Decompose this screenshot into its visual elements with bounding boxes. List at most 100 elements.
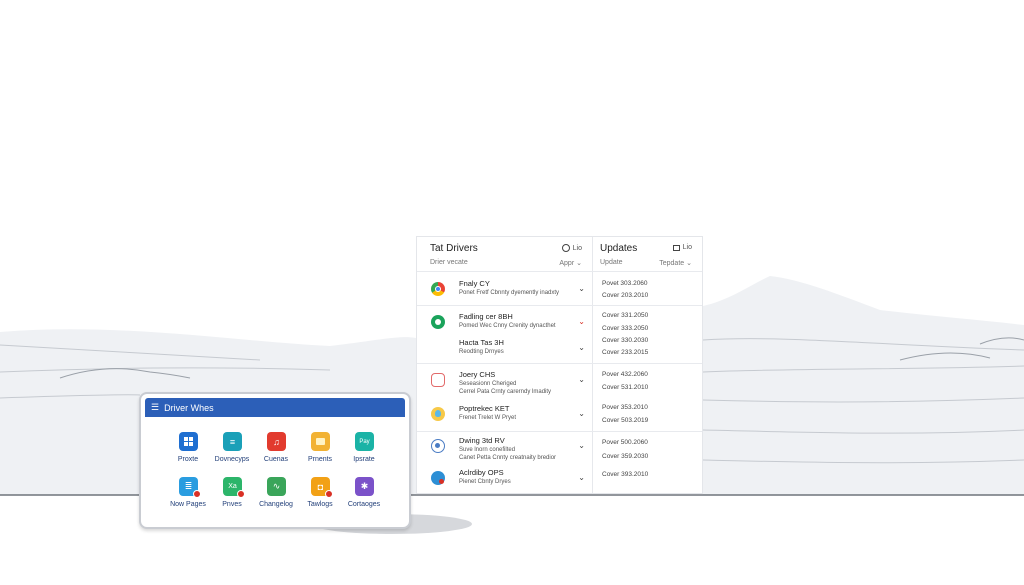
driver-desc: Ponet Fretf Cbnnty dyemently inadxty [459,290,560,296]
update-entry: Cover 503.2019 [602,417,649,424]
drivers-panel: Tat Drivers Lio Drier vecate Appr ⌄ Fnal… [416,236,703,494]
chevron-down-red-icon[interactable]: ⌄ [578,317,585,326]
chevron-down-icon[interactable]: ⌄ [578,473,585,482]
app-tile-pnves[interactable]: Xa Pnves [207,477,257,515]
list-icon [672,244,680,251]
app-label: Tawlogs [307,501,333,508]
driver-desc: Seseasionn Cheriged [459,381,517,387]
music-icon: ♫ [267,432,286,451]
driver-desc: Suve lnorn conefilted [459,447,516,453]
steam-icon [431,439,445,453]
chart-icon: ∿ [267,477,286,496]
app-label: Prnents [307,456,333,463]
folder-icon [311,432,330,451]
bulb-icon [431,407,445,421]
app-label: Dovnecyps [214,456,250,463]
updates-filter-dropdown[interactable]: Tepdate ⌄ [659,259,692,267]
drivers-filter-dropdown[interactable]: Appr ⌄ [559,259,582,267]
app-label: Cuenas [263,456,289,463]
update-entry: Cover 331.2050 [602,312,649,319]
updates-title: Updates [600,243,638,254]
app-tile-prnents[interactable]: Prnents [295,432,345,470]
update-entry: Cover 233.2015 [602,349,649,356]
driver-desc-secondary: Cerrel Pata Crnty carerndy lmadity [459,389,552,395]
pay-icon: Pay [355,432,374,451]
app-label: Proxte [177,456,199,463]
update-entry: Pover 432.2060 [602,371,648,378]
driver-desc: Frenet Trelet W Pryet [459,415,517,421]
updates-header-label: Lio [682,244,692,251]
camera-icon [431,373,445,387]
app-label: Cortaoges [347,501,381,508]
driver-desc: Pomed Wec Cnny Crenity dynacthet [459,323,556,329]
driver-desc-secondary: Canet Petta Cnnty creatnaity bredior [459,455,557,461]
chevron-down-icon[interactable]: ⌄ [578,284,585,293]
app-label: Pnves [222,501,242,508]
green-circle-icon [431,315,445,329]
app-tile-now-pages[interactable]: ≣ Now Pages [163,477,213,515]
update-entry: Cover 359.2030 [602,453,649,460]
drivers-header-control[interactable]: Lio [561,244,582,252]
driver-desc: Pienet Cbnty Dryes [459,479,511,485]
driver-name: Fnaly CY [459,279,490,288]
window-titlebar: ☰ Driver Whes [145,398,405,417]
updates-column: Updates Lio Update Tepdate ⌄ Povet 303.2… [592,237,702,493]
app-tile-tawlogs[interactable]: ◘ Tawlogs [295,477,345,515]
app-tile-proxte[interactable]: Proxte [163,432,213,470]
driver-name: Aclrdiby OPS [459,468,504,477]
driver-row[interactable]: Dwing 3td RV Suve lnorn conefilted Canet… [429,435,589,465]
updates-filter-label: Tepdate [659,260,685,267]
chevron-down-icon: ⌄ [686,260,692,267]
app-label: Ipsrate [353,456,375,463]
list-icon: ≡ [223,432,242,451]
driver-row[interactable]: Hacta Tas 3H Reodting Drnyes ⌄ [429,337,589,359]
update-entry: Povet 303.2060 [602,280,648,287]
driver-name: Fadling cer 8BH [459,312,513,321]
chevron-down-icon[interactable]: ⌄ [578,343,585,352]
window-title: Driver Whes [164,402,214,413]
chevron-down-icon: ⌄ [576,260,582,267]
hamburger-menu-icon[interactable]: ☰ [151,402,159,413]
driver-row[interactable]: Fnaly CY Ponet Fretf Cbnnty dyemently in… [429,278,589,300]
chevron-down-icon[interactable]: ⌄ [578,375,585,384]
update-entry: Pover 353.2010 [602,404,648,411]
notification-badge [325,490,333,498]
app-tile-ipsrate[interactable]: Pay Ipsrate [339,432,389,470]
update-entry: Cover 330.2030 [602,337,649,344]
chevron-down-icon[interactable]: ⌄ [578,441,585,450]
update-entry: Cover 393.2010 [602,471,649,478]
notification-badge [237,490,245,498]
drivers-header-label: Lio [572,244,582,252]
driver-name: Joery CHS [459,370,496,379]
app-label: Changelog [259,501,293,508]
updates-header-control[interactable]: Lio [672,244,692,251]
updates-subtitle: Update [600,259,623,266]
driver-name: Hacta Tas 3H [459,338,504,347]
notification-badge [193,490,201,498]
update-entry: Cover 531.2010 [602,384,649,391]
windows-icon [179,432,198,451]
update-entry: Cover 203.2010 [602,292,649,299]
driver-name: Dwing 3td RV [459,436,505,445]
puzzle-icon: ✱ [355,477,374,496]
driver-desc: Reodting Drnyes [459,349,504,355]
driver-row[interactable]: Joery CHS Seseasionn Cheriged Cerrel Pat… [429,369,589,399]
circle-icon [561,244,570,252]
update-entry: Cover 333.2050 [602,325,649,332]
app-label: Now Pages [170,501,206,508]
chevron-down-icon[interactable]: ⌄ [578,409,585,418]
drivers-title: Tat Drivers [430,243,478,254]
app-tile-cuenas[interactable]: ♫ Cuenas [251,432,301,470]
driver-row[interactable]: Poptrekec KET Frenet Trelet W Pryet ⌄ [429,403,589,425]
app-tile-dovnecyps[interactable]: ≡ Dovnecyps [207,432,257,470]
app-tile-changelog[interactable]: ∿ Changelog [251,477,301,515]
drivers-filter-label: Appr [559,260,575,267]
drivers-column: Tat Drivers Lio Drier vecate Appr ⌄ Fnal… [417,237,593,493]
chrome-icon [431,282,445,296]
app-tile-cortaoges[interactable]: ✱ Cortaoges [339,477,389,515]
driver-row[interactable]: Aclrdiby OPS Pienet Cbnty Dryes ⌄ [429,467,589,489]
driver-window: ☰ Driver Whes Proxte ≡ Dovnecyps ♫ Cuena… [139,392,411,529]
driver-name: Poptrekec KET [459,404,510,413]
driver-row[interactable]: Fadling cer 8BH Pomed Wec Cnny Crenity d… [429,311,589,333]
update-entry: Pover 500.2060 [602,439,648,446]
